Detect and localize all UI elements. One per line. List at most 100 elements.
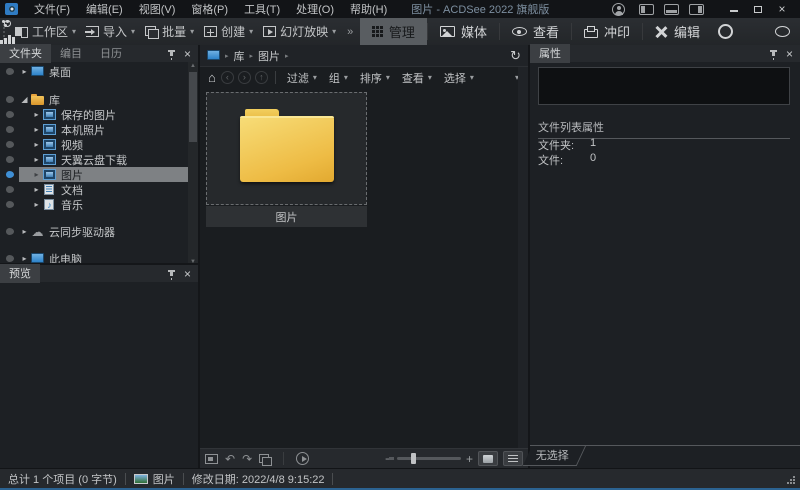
- dashboard-chart-icon[interactable]: [4, 25, 761, 45]
- menu-process[interactable]: 处理(O): [288, 0, 342, 18]
- sort-button[interactable]: 排序 ▾: [354, 70, 396, 86]
- expand-icon[interactable]: ▸: [31, 170, 42, 179]
- menu-tools[interactable]: 工具(T): [236, 0, 288, 18]
- tab-properties[interactable]: 属性: [530, 44, 570, 63]
- quick-select-marker[interactable]: [6, 126, 14, 133]
- expand-icon[interactable]: ▸: [31, 140, 42, 149]
- thumbnail-size-slider[interactable]: [388, 453, 461, 464]
- film-reel-icon[interactable]: [718, 24, 733, 39]
- tab-view[interactable]: 查看: [500, 18, 571, 45]
- close-button[interactable]: ×: [772, 2, 792, 16]
- breadcrumb-library[interactable]: 库: [234, 48, 245, 64]
- toggle-bottom-pane-icon[interactable]: [664, 3, 679, 15]
- expand-icon[interactable]: ▸: [31, 110, 42, 119]
- refresh-icon[interactable]: ↻: [510, 48, 521, 64]
- maximize-button[interactable]: [748, 2, 768, 16]
- resize-grip[interactable]: [787, 476, 796, 485]
- folder-tile-pictures[interactable]: 图片: [206, 92, 367, 227]
- tree-item-videos[interactable]: ▸ ▸ 视频: [0, 137, 188, 152]
- toggle-right-pane-icon[interactable]: [689, 3, 704, 15]
- import-button[interactable]: 导入 ▾: [81, 21, 140, 43]
- tab-media[interactable]: 媒体: [428, 18, 499, 45]
- tab-edit[interactable]: 编辑: [643, 18, 712, 45]
- no-selection-tab[interactable]: 无选择: [522, 446, 586, 466]
- slideshow-button[interactable]: 幻灯放映 ▾: [258, 21, 341, 43]
- select-button[interactable]: 选择 ▾: [438, 70, 480, 86]
- tree-item-saved-pictures[interactable]: ▸ 保存的图片: [0, 107, 188, 122]
- tree-item-desktop[interactable]: ▸ 桌面: [0, 64, 188, 79]
- slider-thumb[interactable]: [410, 453, 416, 464]
- tab-manage[interactable]: 管理: [359, 18, 427, 45]
- batch-button[interactable]: 批量 ▾: [140, 21, 199, 43]
- view-button[interactable]: 查看 ▾: [396, 70, 438, 86]
- preview-play-icon[interactable]: [296, 452, 310, 465]
- tree-scrollbar[interactable]: ▲ ▼: [188, 62, 198, 266]
- quick-select-marker[interactable]: [6, 111, 14, 118]
- expand-icon[interactable]: ▸: [19, 67, 30, 76]
- share-export-icon[interactable]: [205, 453, 218, 464]
- pin-icon[interactable]: [167, 269, 175, 279]
- copy-icon[interactable]: [259, 453, 273, 466]
- undo-icon[interactable]: ↶: [225, 453, 235, 465]
- quick-select-marker[interactable]: [6, 201, 14, 208]
- quick-select-marker[interactable]: [6, 96, 14, 103]
- tab-catalog[interactable]: 编目: [51, 44, 91, 63]
- tab-preview[interactable]: 预览: [0, 264, 40, 283]
- menu-file[interactable]: 文件(F): [26, 0, 78, 18]
- tree-item-cloud-downloads[interactable]: ▸ ↓ 天翼云盘下载: [0, 152, 188, 167]
- pin-icon[interactable]: [167, 49, 175, 59]
- expand-icon[interactable]: ▸: [19, 254, 30, 263]
- quick-select-marker[interactable]: [6, 141, 14, 148]
- menu-pane[interactable]: 窗格(P): [183, 0, 236, 18]
- minimize-button[interactable]: [724, 2, 744, 16]
- collapse-icon[interactable]: ◢: [19, 95, 30, 104]
- quick-select-marker-active[interactable]: [6, 171, 14, 178]
- toggle-left-pane-icon[interactable]: [639, 3, 654, 15]
- thumbnail-view-button[interactable]: [478, 451, 498, 466]
- computer-icon[interactable]: [207, 50, 220, 61]
- toolbar-overflow-button[interactable]: »: [341, 26, 359, 38]
- tree-item-library[interactable]: ◢ 库: [0, 92, 188, 107]
- file-list-scrollbar[interactable]: [518, 67, 528, 448]
- filter-button[interactable]: 过滤 ▾: [281, 70, 323, 86]
- tree-item-music[interactable]: ▸ ♪ 音乐: [0, 197, 188, 212]
- account-icon[interactable]: [612, 2, 625, 16]
- pin-icon[interactable]: [769, 49, 777, 59]
- menu-view[interactable]: 视图(V): [131, 0, 184, 18]
- detail-view-button[interactable]: [503, 451, 523, 466]
- scroll-up-icon[interactable]: ▲: [188, 63, 198, 69]
- expand-icon[interactable]: ▸: [31, 155, 42, 164]
- file-list-area[interactable]: 图片: [200, 88, 518, 448]
- back-button[interactable]: ‹: [220, 71, 234, 84]
- menu-edit[interactable]: 编辑(E): [78, 0, 131, 18]
- menu-help[interactable]: 帮助(H): [342, 0, 395, 18]
- tree-item-documents[interactable]: ▸ 文档: [0, 182, 188, 197]
- group-button[interactable]: 组 ▾: [323, 70, 354, 86]
- zoom-in-button[interactable]: +: [466, 453, 473, 465]
- quick-select-marker[interactable]: [6, 228, 14, 235]
- close-icon[interactable]: ×: [184, 48, 191, 60]
- tab-print[interactable]: 冲印: [572, 18, 642, 45]
- workspace-button[interactable]: 工作区 ▾: [10, 21, 81, 43]
- redo-icon[interactable]: ↷: [242, 453, 252, 465]
- tree-item-local-photos[interactable]: ▸ 本机照片: [0, 122, 188, 137]
- tree-item-pictures[interactable]: ▸ 图片: [0, 167, 188, 182]
- auto-advance-eye-icon[interactable]: [775, 26, 790, 37]
- expand-icon[interactable]: ▸: [31, 200, 42, 209]
- quick-select-marker[interactable]: [6, 255, 14, 262]
- folder-thumbnail[interactable]: [206, 92, 367, 205]
- tree-item-cloud-sync-drives[interactable]: ▸ ☁ 云同步驱动器: [0, 224, 188, 239]
- tab-calendar[interactable]: 日历: [91, 44, 131, 63]
- breadcrumb-pictures[interactable]: 图片: [258, 48, 280, 64]
- tab-folders[interactable]: 文件夹: [0, 44, 51, 63]
- quick-select-marker[interactable]: [6, 156, 14, 163]
- home-icon[interactable]: ⌂: [205, 70, 219, 85]
- forward-button[interactable]: ›: [237, 71, 251, 84]
- create-button[interactable]: 创建 ▾: [199, 21, 258, 43]
- quick-select-marker[interactable]: [6, 186, 14, 193]
- scrollbar-thumb[interactable]: [189, 72, 197, 142]
- expand-icon[interactable]: ▸: [31, 125, 42, 134]
- close-icon[interactable]: ×: [786, 48, 793, 60]
- expand-icon[interactable]: ▸: [31, 185, 42, 194]
- up-button[interactable]: ↑: [254, 71, 268, 84]
